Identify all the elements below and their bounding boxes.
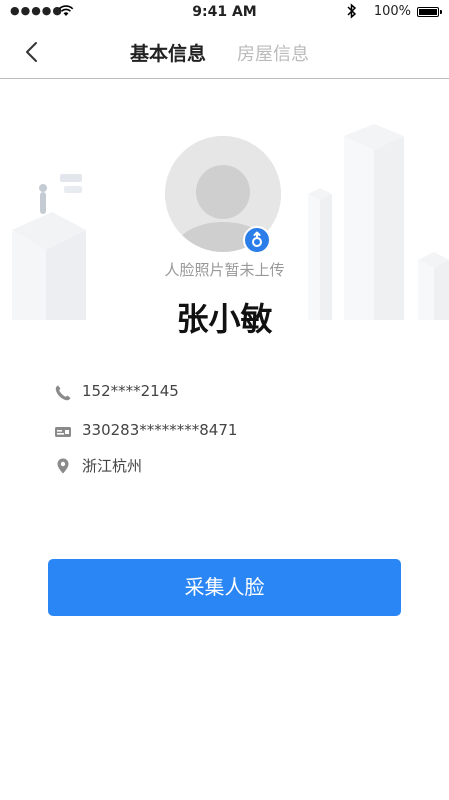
tab-house-info[interactable]: 房屋信息 [237,40,309,66]
photo-status-text: 人脸照片暂未上传 [164,261,285,279]
location-text: 浙江杭州 [82,457,143,475]
phone-icon [55,385,71,401]
battery-icon [417,7,442,17]
status-bar: ●●●●● 9:41 AM 100% [0,0,449,26]
battery-percent: 100% [373,4,411,19]
phone-number: 152****2145 [82,382,179,400]
location-pin-icon [57,458,69,474]
nav-bar: 基本信息 房屋信息 [0,26,449,79]
background-illustration-right [308,124,449,320]
bluetooth-icon [347,3,357,19]
tab-basic-info[interactable]: 基本信息 [130,39,206,66]
person-name: 张小敏 [176,300,273,338]
collect-face-button[interactable]: 采集人脸 [48,559,401,616]
gender-badge [243,226,271,254]
id-number: 330283********8471 [82,421,238,439]
back-arrow-icon[interactable] [20,40,44,64]
id-card-icon [55,427,71,437]
gender-icon [252,231,262,247]
